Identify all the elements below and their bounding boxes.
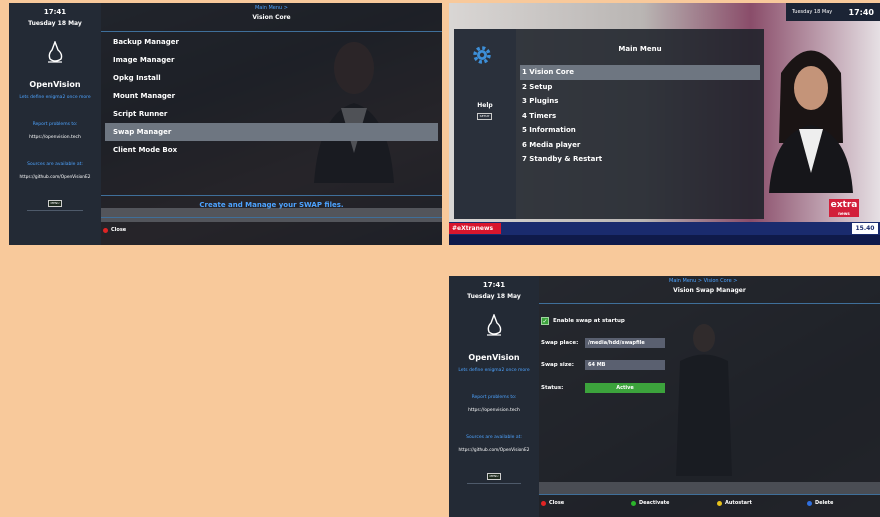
menu-item-script-runner[interactable]: Script Runner bbox=[105, 105, 438, 123]
deactivate-button[interactable]: Deactivate bbox=[631, 500, 669, 506]
menu-item-client-mode-box[interactable]: Client Mode Box bbox=[105, 141, 438, 159]
brand-name: OpenVision bbox=[29, 80, 81, 89]
main-area: Main Menu > Vision Core > Vision Swap Ma… bbox=[539, 276, 880, 517]
clock-date: Tuesday 18 May bbox=[792, 9, 833, 15]
clock-time: 17:41 bbox=[43, 8, 67, 16]
menu-item-swap-manager[interactable]: Swap Manager bbox=[105, 123, 438, 141]
sources-label: Sources are available at: bbox=[27, 162, 83, 167]
checkbox-checked-icon[interactable]: ✓ bbox=[541, 317, 549, 325]
close-label: Close bbox=[549, 500, 565, 506]
divider bbox=[101, 31, 442, 32]
brand-tagline: Lets define enigma2 once more bbox=[19, 95, 91, 100]
clock-date: Tuesday 18 May bbox=[467, 293, 521, 300]
clock-time: 17:40 bbox=[848, 7, 874, 17]
close-button[interactable]: Close bbox=[103, 227, 126, 233]
divider bbox=[101, 195, 442, 196]
divider bbox=[539, 303, 880, 304]
delete-label: Delete bbox=[815, 500, 834, 506]
menu-item-standby-restart[interactable]: 7 Standby & Restart bbox=[520, 152, 760, 167]
menu-list: Backup Manager Image Manager Opkg Instal… bbox=[105, 33, 438, 159]
green-key-icon bbox=[631, 500, 636, 506]
divider bbox=[467, 483, 521, 484]
ticker-hashtag: #eXtranews bbox=[449, 223, 501, 234]
menu-item-opkg-install[interactable]: Opkg Install bbox=[105, 69, 438, 87]
status-badge: Active bbox=[585, 383, 665, 393]
menu-item-plugins[interactable]: 3 Plugins bbox=[520, 94, 760, 109]
swap-manager-screen: 17:41 Tuesday 18 May OpenVision Lets def… bbox=[449, 276, 880, 517]
sources-url: https://github.com/OpenVisionE2 bbox=[19, 175, 91, 180]
channel-logo-sub: news bbox=[838, 211, 850, 216]
vision-core-screen: 17:41 Tuesday 18 May OpenVision Lets def… bbox=[9, 3, 442, 245]
delete-button[interactable]: Delete bbox=[807, 500, 833, 506]
menu-item-backup-manager[interactable]: Backup Manager bbox=[105, 33, 438, 51]
swap-size-label: Swap size: bbox=[541, 362, 574, 368]
enable-swap-option[interactable]: ✓ Enable swap at startup bbox=[541, 317, 625, 325]
item-description: Create and Manage your SWAP files. bbox=[199, 201, 344, 209]
screen-title: Vision Swap Manager bbox=[673, 287, 746, 294]
red-key-icon bbox=[541, 500, 546, 506]
menu-item-setup[interactable]: 2 Setup bbox=[520, 80, 760, 95]
swap-size-field[interactable]: 64 MB bbox=[585, 360, 665, 370]
clock-date: Tuesday 18 May bbox=[28, 20, 82, 27]
status-label: Status: bbox=[541, 385, 564, 391]
sources-url: https://github.com/OpenVisionE2 bbox=[458, 448, 530, 453]
breadcrumb: Main Menu > Vision Core > bbox=[669, 278, 738, 284]
ticker-time: 15.40 bbox=[852, 223, 878, 234]
menu-item-timers[interactable]: 4 Timers bbox=[520, 109, 760, 124]
news-ticker bbox=[449, 222, 880, 235]
help-label: Help bbox=[477, 102, 493, 109]
enable-swap-label: Enable swap at startup bbox=[553, 318, 625, 324]
breadcrumb: Main Menu > bbox=[254, 5, 289, 11]
presenter-silhouette bbox=[769, 50, 853, 193]
main-area: Main Menu > Vision Core Backup Manager I… bbox=[101, 3, 442, 245]
menu-item-vision-core[interactable]: 1 Vision Core bbox=[520, 65, 760, 80]
yellow-key-icon bbox=[717, 500, 722, 506]
clock-bar: Tuesday 18 May 17:40 bbox=[786, 3, 880, 21]
menu-item-mount-manager[interactable]: Mount Manager bbox=[105, 87, 438, 105]
divider bbox=[101, 217, 442, 218]
menu-title: Main Menu bbox=[618, 45, 662, 53]
report-label: Report problems to: bbox=[32, 122, 78, 127]
report-url: https://openvision.tech bbox=[29, 135, 81, 140]
channel-logo-text: extra bbox=[830, 200, 858, 210]
main-menu-screen: Tuesday 18 May 17:40 extra news #eXtrane… bbox=[449, 3, 880, 245]
menu-item-media-player[interactable]: 6 Media player bbox=[520, 138, 760, 153]
sidebar: 17:41 Tuesday 18 May OpenVision Lets def… bbox=[9, 3, 101, 245]
menu-item-image-manager[interactable]: Image Manager bbox=[105, 51, 438, 69]
clock-time: 17:41 bbox=[482, 281, 506, 289]
autostart-label: Autostart bbox=[725, 500, 752, 506]
menu-sidebar: Help SETUP bbox=[454, 29, 516, 219]
swap-place-label: Swap place: bbox=[541, 340, 579, 346]
openvision-logo-icon bbox=[487, 313, 502, 336]
gear-icon bbox=[473, 46, 491, 64]
report-label: Report problems to: bbox=[471, 395, 517, 400]
brand-name: OpenVision bbox=[468, 353, 520, 362]
menu-key-icon: MENU bbox=[48, 200, 62, 207]
menu-key-icon: MENU bbox=[487, 473, 501, 480]
brand-tagline: Lets define enigma2 once more bbox=[458, 368, 530, 373]
swap-place-field[interactable]: /media/hdd/swapfile bbox=[585, 338, 665, 348]
blue-key-icon bbox=[807, 500, 812, 506]
setup-key-icon[interactable]: SETUP bbox=[477, 113, 492, 120]
close-button[interactable]: Close bbox=[541, 500, 564, 506]
sources-label: Sources are available at: bbox=[466, 435, 522, 440]
red-key-icon bbox=[103, 227, 108, 233]
menu-item-information[interactable]: 5 Information bbox=[520, 123, 760, 138]
openvision-logo-icon bbox=[48, 40, 63, 63]
deactivate-label: Deactivate bbox=[639, 500, 670, 506]
divider bbox=[539, 494, 880, 495]
sidebar: 17:41 Tuesday 18 May OpenVision Lets def… bbox=[449, 276, 539, 517]
main-menu-panel: Help SETUP Main Menu 1 Vision Core 2 Set… bbox=[454, 29, 764, 219]
divider bbox=[27, 210, 83, 211]
menu-list: 1 Vision Core 2 Setup 3 Plugins 4 Timers… bbox=[516, 65, 764, 167]
autostart-button[interactable]: Autostart bbox=[717, 500, 752, 506]
channel-logo: extra news bbox=[829, 199, 859, 217]
report-url: https://openvision.tech bbox=[468, 408, 520, 413]
screen-title: Vision Core bbox=[252, 14, 291, 21]
close-label: Close bbox=[111, 227, 127, 233]
